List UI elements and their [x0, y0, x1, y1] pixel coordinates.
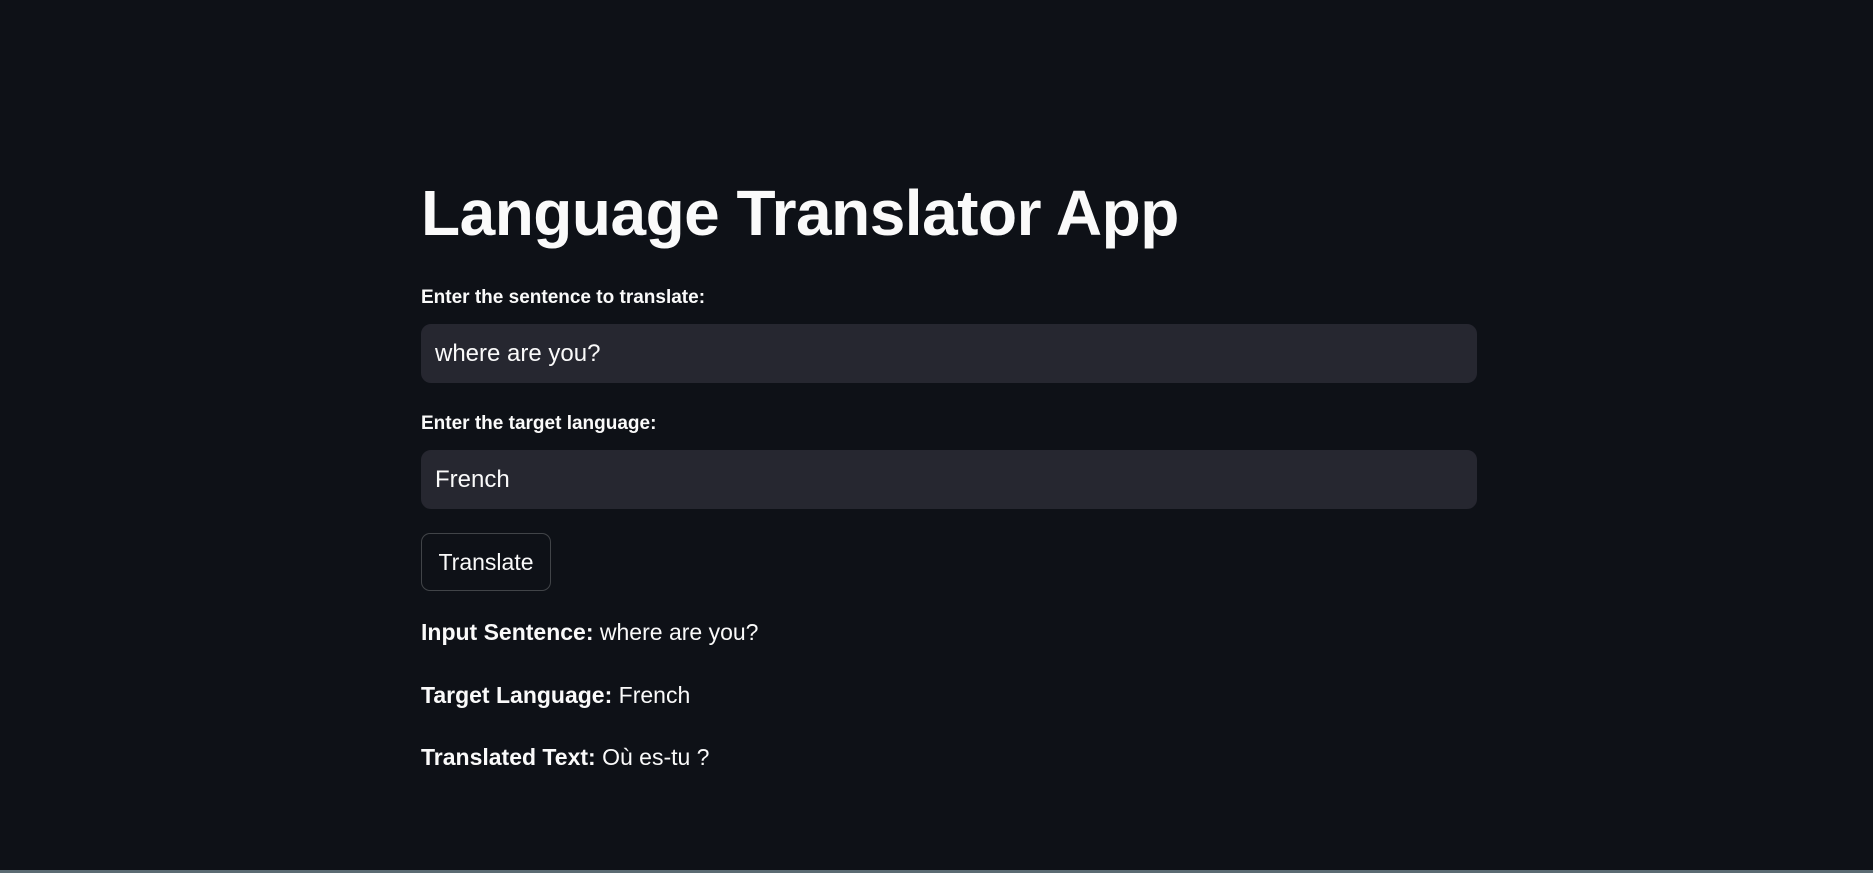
sentence-field-label: Enter the sentence to translate:	[421, 287, 706, 308]
translated-text-result-label: Translated Text:	[421, 744, 596, 770]
translated-text-result: Translated Text: Où es-tu ?	[421, 744, 709, 771]
translated-text-result-value: Où es-tu ?	[602, 744, 710, 770]
language-field-label: Enter the target language:	[421, 413, 657, 434]
target-language-input[interactable]	[421, 450, 1477, 509]
target-language-result-value: French	[618, 682, 691, 708]
target-language-result: Target Language: French	[421, 682, 690, 709]
input-sentence-result-label: Input Sentence:	[421, 619, 594, 645]
sentence-input[interactable]	[421, 324, 1477, 383]
input-sentence-result-value: where are you?	[599, 619, 759, 645]
page-title: Language Translator App	[421, 177, 1179, 249]
input-sentence-result: Input Sentence: where are you?	[421, 619, 758, 646]
app-root: Language Translator App Enter the senten…	[0, 0, 1873, 873]
translate-button[interactable]: Translate	[421, 533, 551, 591]
target-language-result-label: Target Language:	[421, 682, 613, 708]
